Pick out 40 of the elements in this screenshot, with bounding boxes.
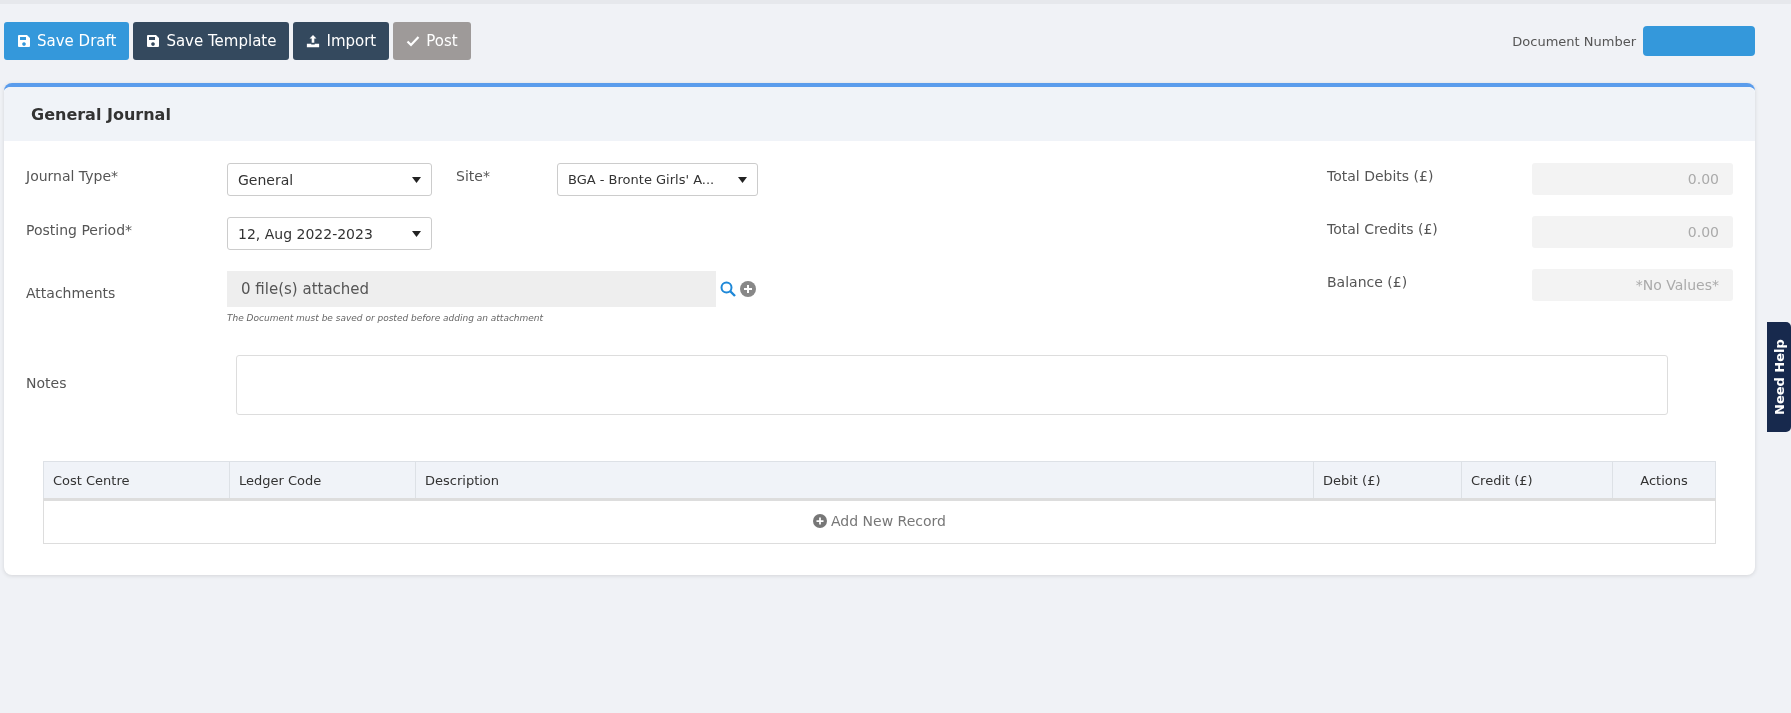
field-label: Notes: [26, 374, 68, 393]
column-header: Cost Centre: [43, 461, 230, 500]
site-select[interactable]: BGA - Bronte Girls' A...: [557, 163, 758, 196]
toolbar-button[interactable]: Save Template: [133, 22, 290, 60]
total-field: *No Values*: [1532, 269, 1733, 301]
upload-icon: [306, 34, 321, 48]
field-label: Journal Type*: [26, 167, 120, 184]
column-header: Debit (£): [1313, 461, 1462, 500]
save-icon: [146, 34, 161, 48]
toolbar-button[interactable]: Import: [293, 22, 390, 60]
add-icon[interactable]: [740, 281, 756, 297]
caret-icon: [412, 230, 421, 237]
column-header: Description: [415, 461, 1314, 500]
need-help-tab[interactable]: Need Help: [1767, 322, 1791, 432]
document-number-label: Document Number: [1512, 33, 1636, 49]
posting-period-select[interactable]: 12, Aug 2022-2023: [227, 217, 432, 250]
save-icon: [17, 34, 31, 48]
total-label: Balance (£): [1327, 273, 1408, 292]
total-label: Total Debits (£): [1327, 167, 1434, 186]
total-label: Total Credits (£): [1327, 220, 1438, 239]
field-label: Attachments: [26, 284, 117, 301]
attachment-hint: The Document must be saved or posted before adding an attachment: [227, 313, 545, 323]
add-icon: [813, 514, 828, 528]
field-label: Site*: [456, 167, 491, 186]
column-header: Credit (£): [1461, 461, 1613, 500]
document-number-field[interactable]: [1643, 26, 1755, 56]
field-label: Posting Period*: [26, 221, 134, 238]
column-header: Actions: [1612, 461, 1716, 500]
journal-type-select[interactable]: General: [227, 163, 432, 196]
column-header: Ledger Code: [229, 461, 416, 500]
total-field: 0.00: [1532, 216, 1733, 248]
total-field: 0.00: [1532, 163, 1733, 195]
card-title: General Journal: [31, 104, 171, 124]
attachments-field: 0 file(s) attached: [227, 271, 716, 307]
check-icon: [406, 34, 421, 48]
caret-icon: [412, 176, 421, 183]
notes-field[interactable]: [236, 355, 1668, 415]
add-record-link[interactable]: Add New Record: [813, 513, 946, 529]
caret-icon: [738, 176, 747, 183]
search-icon[interactable]: [720, 281, 736, 297]
